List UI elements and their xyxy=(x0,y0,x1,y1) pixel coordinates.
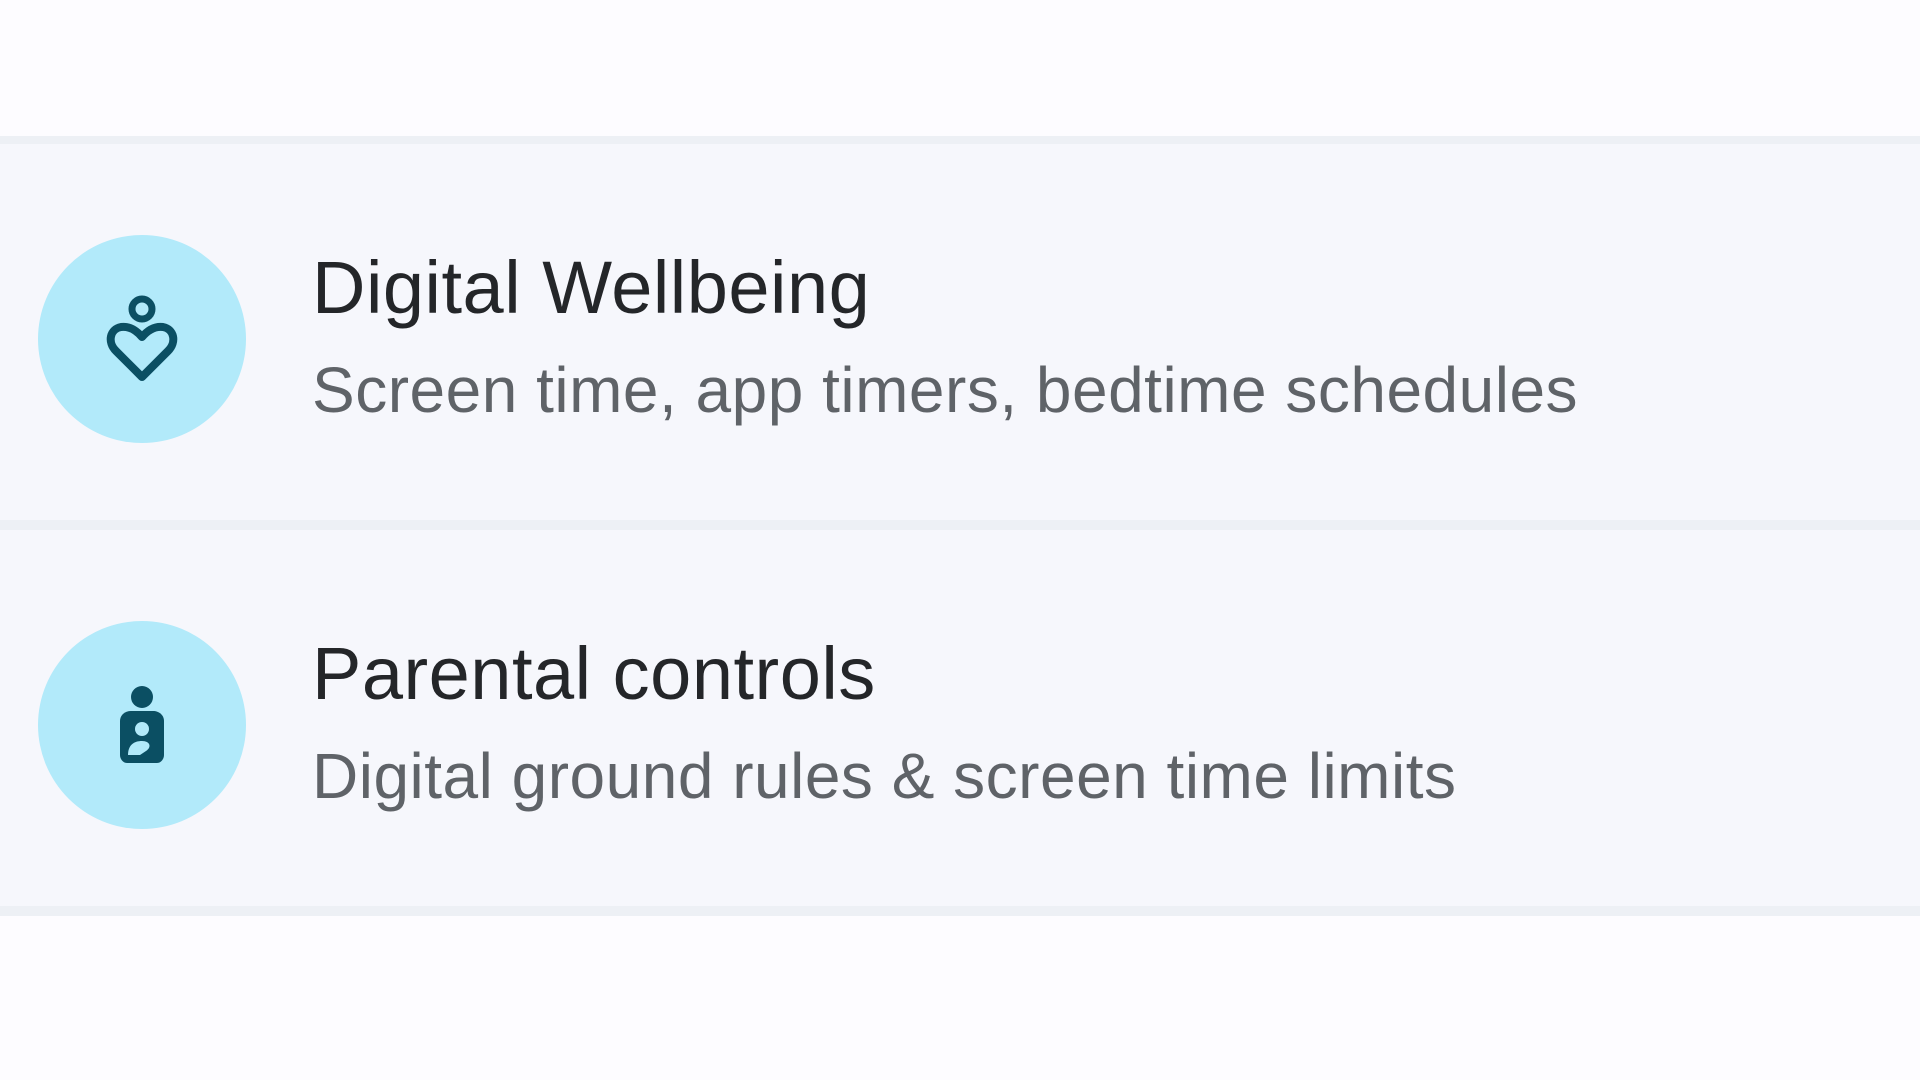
settings-item-subtitle: Screen time, app timers, bedtime schedul… xyxy=(312,354,1579,426)
settings-screen: Digital Wellbeing Screen time, app timer… xyxy=(0,0,1920,1080)
parental-controls-texts: Parental controls Digital ground rules &… xyxy=(312,628,1880,818)
settings-item-parental-controls[interactable]: Parental controls Digital ground rules &… xyxy=(0,530,1920,916)
settings-item-digital-wellbeing[interactable]: Digital Wellbeing Screen time, app timer… xyxy=(0,144,1920,530)
settings-list: Digital Wellbeing Screen time, app timer… xyxy=(0,136,1920,916)
wellbeing-heart-person-icon xyxy=(106,295,178,381)
digital-wellbeing-texts: Digital Wellbeing Screen time, app timer… xyxy=(312,242,1880,432)
digital-wellbeing-icon-badge xyxy=(38,235,246,443)
parental-controls-icon-badge xyxy=(38,621,246,829)
settings-item-subtitle: Digital ground rules & screen time limit… xyxy=(312,740,1457,812)
parental-controls-child-icon xyxy=(120,686,164,763)
settings-item-title: Digital Wellbeing xyxy=(312,246,871,329)
settings-item-title: Parental controls xyxy=(312,632,876,715)
